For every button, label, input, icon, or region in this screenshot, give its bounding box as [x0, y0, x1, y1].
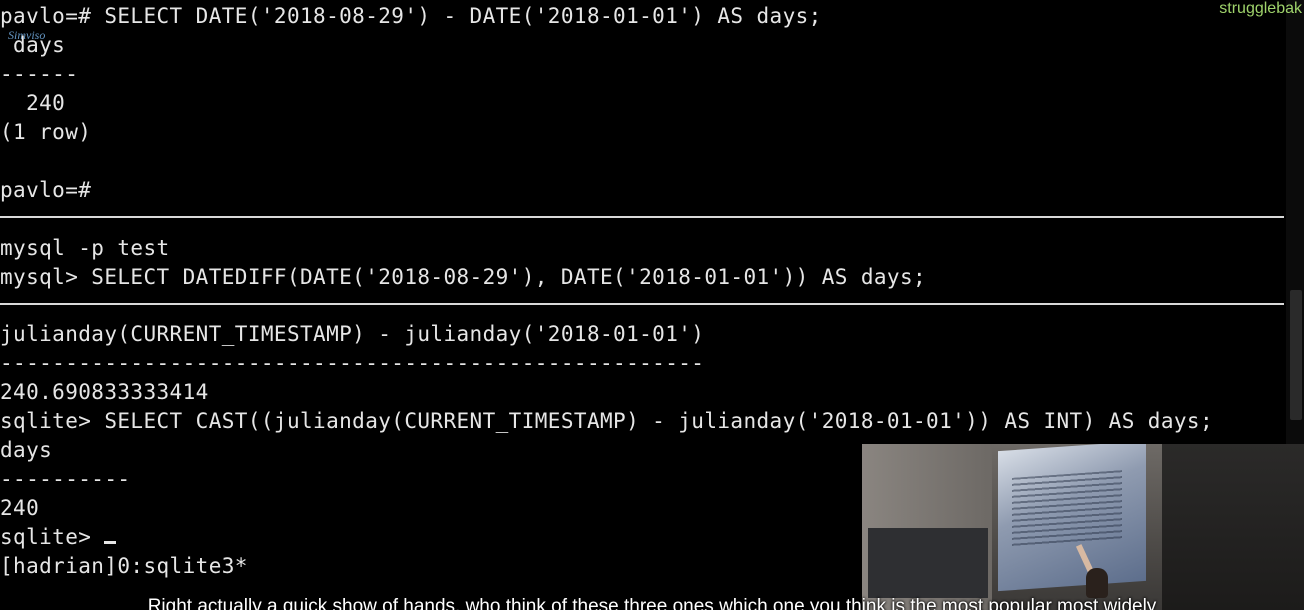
- terminal-line-postgres-query: pavlo=# SELECT DATE('2018-08-29') - DATE…: [0, 4, 822, 28]
- terminal-line-separator: ------: [0, 62, 79, 86]
- subtitle-caption: Right actually a quick show of hands, wh…: [147, 596, 1157, 610]
- terminal-line-sqlite-header: julianday(CURRENT_TIMESTAMP) - julianday…: [0, 322, 705, 346]
- terminal-line-row-count: (1 row): [0, 120, 92, 144]
- terminal-line-days-header: days: [0, 438, 53, 462]
- watermark: strugglebak: [1219, 0, 1302, 17]
- terminal-line-result: 240: [0, 496, 40, 520]
- scrollbar-thumb[interactable]: [1290, 290, 1302, 420]
- tmux-status-line: [hadrian]0:sqlite3*: [0, 554, 248, 578]
- pane-divider: [0, 303, 1284, 305]
- text-cursor: [104, 541, 117, 544]
- video-frame: pavlo=# SELECT DATE('2018-08-29') - DATE…: [0, 0, 1304, 610]
- lecturer: [1086, 568, 1108, 598]
- terminal-line-sqlite-query: sqlite> SELECT CAST((julianday(CURRENT_T…: [0, 409, 1214, 433]
- terminal-line-sqlite-separator: ----------------------------------------…: [0, 351, 705, 375]
- terminal-line-mysql-login: mysql -p test: [0, 236, 170, 260]
- terminal-line-days-header: days: [0, 33, 66, 57]
- terminal-line-sqlite-prompt[interactable]: sqlite>: [0, 523, 117, 552]
- terminal-line-separator: ----------: [0, 467, 131, 491]
- terminal-line-postgres-prompt: pavlo=#: [0, 178, 92, 202]
- terminal-line-sqlite-result: 240.690833333414: [0, 380, 209, 404]
- projected-text: [1012, 470, 1122, 548]
- chalkboard: [868, 528, 988, 598]
- lecture-camera-feed: [862, 444, 1304, 610]
- pane-divider: [0, 216, 1284, 218]
- dark-wall: [1162, 444, 1304, 610]
- terminal-line-result: 240: [0, 91, 66, 115]
- prompt-text: sqlite>: [0, 525, 105, 549]
- terminal-line-mysql-query: mysql> SELECT DATEDIFF(DATE('2018-08-29'…: [0, 265, 927, 289]
